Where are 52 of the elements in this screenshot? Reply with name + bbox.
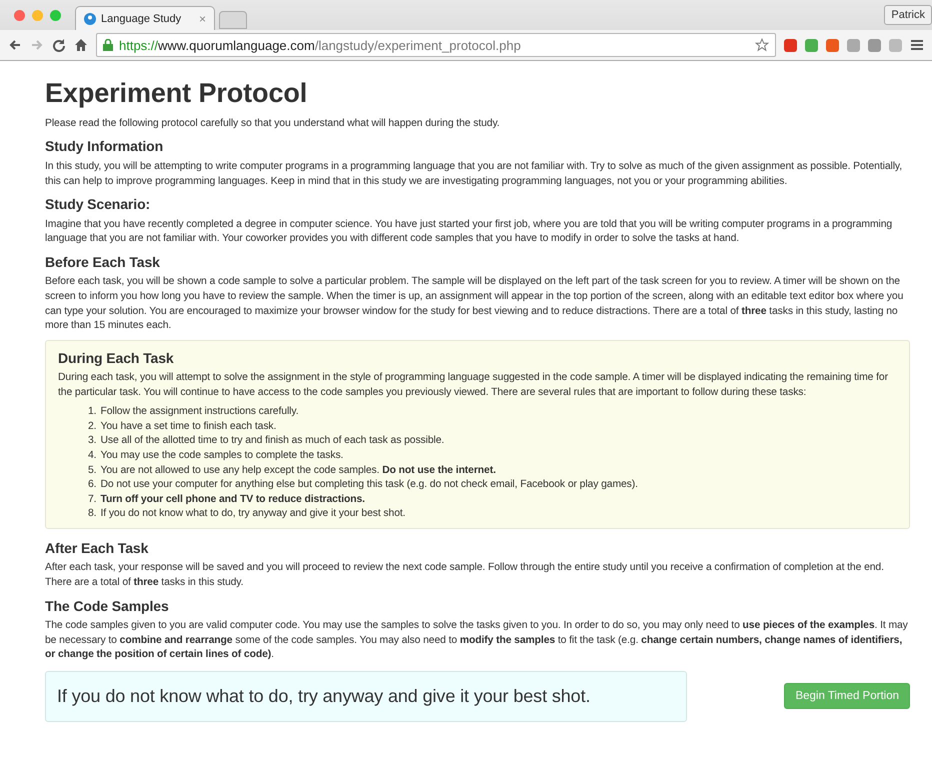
- home-icon[interactable]: [74, 38, 88, 52]
- section-text: Before each task, you will be shown a code sample to solve a particular problem. The sample will be displayed on the left part of the task screen for you to review. A timer will be shown on the screen to inform you how long you have to review the sample. When the timer is up, an assignment will appear in the top portion of the screen, along with an editable text editor box where you can type your solution. You are encouraged to maximize your browser window for the study for best viewing and to reduce distractions. There are a total of three tasks in this study, lasting no more than 15 minutes each.: [45, 275, 904, 334]
- rule-text: You are not allowed to use any help except the code samples. Do not use the internet.: [100, 464, 496, 478]
- rule-text: If you do not know what to do, try anyway and give it your best shot.: [100, 507, 406, 522]
- list-number: 5.: [88, 464, 96, 478]
- list-number: 8.: [88, 507, 96, 522]
- section-text: The code samples given to you are valid computer code. You may use the samples to solve the tasks given to you. In order to do so, you may only need to use pieces of the examples. It may be necessary to combine and rearrange some of the code samples. You may also need to modify the samples to fit the task (e.g. change certain numbers, change names of identifiers, or change the position of certain lines of code).: [45, 619, 909, 662]
- rule-text: You may use the code samples to complete the tasks.: [100, 449, 344, 464]
- star-icon[interactable]: [755, 38, 769, 52]
- extension-icon[interactable]: [805, 38, 818, 52]
- section-heading: Study Information: [45, 137, 164, 156]
- rule-text: Use all of the allotted time to try and finish as much of each task as possible.: [100, 434, 444, 448]
- extension-icon[interactable]: [847, 38, 860, 52]
- extension-icon[interactable]: [868, 38, 881, 52]
- section-text: In this study, you will be attempting to write computer programs in a programming language that you are not familiar with. Try to solve as much of the given assignment as possible. Potentially, this can help to improve programming languages. Keep in mind that in this study we are investigating programming languages, not you or your programming abilities.: [45, 160, 904, 189]
- list-number: 4.: [88, 449, 96, 464]
- extension-icon[interactable]: [889, 38, 902, 52]
- section-heading: Study Scenario:: [45, 195, 152, 214]
- extension-icon[interactable]: [826, 38, 839, 52]
- profile-button[interactable]: Patrick: [884, 5, 932, 25]
- section-heading: Before Each Task: [45, 252, 161, 272]
- forward-icon[interactable]: [30, 38, 44, 52]
- section-text: Imagine that you have recently completed a degree in computer science. You have just started your first job, where you are told that you will be writing computer programs in a programming language that you are not familiar with. Your coworker provides you with different code samples that you have to modify in order to solve the tasks at hand.: [45, 218, 894, 246]
- rule-text: You have a set time to finish each task.: [100, 420, 276, 434]
- new-tab-button[interactable]: [219, 11, 247, 29]
- favicon-icon: [84, 12, 96, 24]
- list-number: 6.: [88, 478, 96, 492]
- close-window-icon[interactable]: [14, 10, 25, 20]
- section-heading: During Each Task: [58, 348, 175, 368]
- section-text: After each task, your response will be saved and you will proceed to review the next code sample. Follow through the entire study until you receive a confirmation of completion at the end. There are a total of three tasks in this study.: [45, 561, 885, 590]
- browser-tab[interactable]: Language Study ×: [75, 6, 215, 30]
- rule-text: Follow the assignment instructions carefully.: [100, 405, 298, 420]
- lock-icon: [103, 39, 113, 51]
- url-field[interactable]: https://www.quorumlanguage.com/langstudy/experiment_protocol.php: [96, 33, 776, 57]
- section-text: During each task, you will attempt to solve the assignment in the style of programming language suggested in the code sample. A timer will be displayed indicating the remaining time for the particular task. You will continue to have access to the code samples you previously viewed. There are several rules that are important to follow during these tasks:: [58, 371, 889, 400]
- page-title: Experiment Protocol: [45, 77, 308, 110]
- list-number: 3.: [88, 434, 96, 448]
- rule-text: Do not use your computer for anything else but completing this task (e.g. do not check email, Facebook or play games).: [100, 478, 638, 492]
- extension-icon[interactable]: [784, 38, 797, 52]
- list-number: 2.: [88, 420, 96, 434]
- reminder-banner: If you do not know what to do, try anyway and give it your best shot.: [45, 670, 687, 722]
- intro-text: Please read the following protocol carefully so that you understand what will happen during the study.: [45, 116, 501, 131]
- reload-icon[interactable]: [52, 38, 66, 52]
- zoom-window-icon[interactable]: [50, 10, 61, 20]
- list-number: 1.: [88, 405, 96, 420]
- list-number: 7.: [88, 492, 96, 507]
- menu-icon[interactable]: [910, 38, 924, 52]
- rule-text: Turn off your cell phone and TV to reduce distractions.: [100, 492, 365, 507]
- section-heading: After Each Task: [45, 538, 150, 558]
- section-heading: The Code Samples: [45, 596, 170, 616]
- back-icon[interactable]: [8, 38, 22, 52]
- minimize-window-icon[interactable]: [32, 10, 43, 20]
